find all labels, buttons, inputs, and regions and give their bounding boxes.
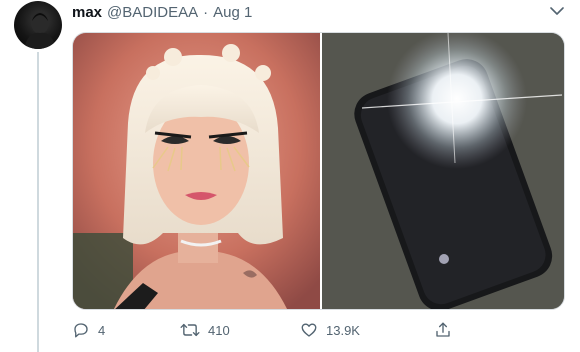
share-button[interactable] — [434, 318, 452, 342]
media-image-right[interactable] — [322, 33, 564, 309]
tweet: max @BADIDEAA · Aug 1 4 410 13.9K — [0, 0, 580, 352]
portrait-illustration — [73, 33, 320, 309]
like-count: 13.9K — [326, 322, 360, 338]
reply-count: 4 — [98, 322, 106, 338]
retweet-button[interactable]: 410 — [180, 318, 230, 342]
user-handle[interactable]: @BADIDEAA — [107, 4, 198, 21]
display-name[interactable]: max — [72, 4, 102, 21]
heart-icon — [301, 323, 317, 337]
share-icon — [436, 322, 450, 337]
like-button[interactable]: 13.9K — [300, 318, 360, 342]
more-options-button[interactable] — [548, 4, 566, 18]
tweet-actions: 4 410 13.9K — [72, 318, 472, 342]
retweet-count: 410 — [208, 322, 230, 338]
tweet-media[interactable] — [72, 32, 565, 310]
thread-line — [37, 52, 39, 352]
retweet-icon — [180, 323, 200, 337]
tweet-date[interactable]: Aug 1 — [213, 4, 252, 21]
avatar[interactable] — [14, 1, 62, 49]
reply-icon — [74, 323, 88, 338]
media-image-left[interactable] — [73, 33, 322, 309]
separator-dot: · — [203, 3, 209, 21]
chevron-down-icon — [550, 6, 564, 15]
phone-flash-illustration — [322, 33, 564, 309]
avatar-image — [24, 12, 56, 49]
tweet-header: max @BADIDEAA · Aug 1 — [72, 2, 252, 22]
reply-button[interactable]: 4 — [72, 318, 105, 342]
